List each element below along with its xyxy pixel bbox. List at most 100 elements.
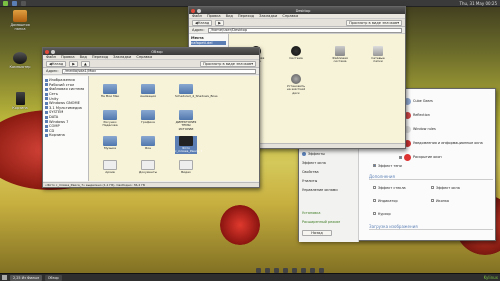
folder-icon (103, 84, 117, 94)
forward-button[interactable]: ▶ (69, 60, 79, 67)
menu-item[interactable]: Закладки (259, 14, 277, 18)
close-button[interactable] (45, 49, 49, 54)
file-item[interactable]: Архив (99, 160, 121, 174)
file-item[interactable]: Файловая система (329, 46, 351, 64)
section-window-mgmt[interactable]: Управление окнами (302, 185, 355, 194)
menu-item[interactable]: Файл (192, 14, 202, 18)
title-bar[interactable]: Обзор (43, 48, 259, 55)
file-icon (103, 160, 117, 170)
menu-item[interactable]: Переход (238, 14, 254, 18)
file-icon (141, 160, 155, 170)
file-item[interactable]: Система (285, 46, 307, 60)
section-addons[interactable]: Установка (302, 208, 355, 217)
file-item[interactable]: Музыка (99, 136, 121, 150)
file-item[interactable]: Видео (175, 160, 197, 174)
section-advanced[interactable]: Расширенный режим (302, 217, 355, 226)
checkbox[interactable] (373, 212, 376, 215)
checkbox[interactable] (373, 164, 376, 167)
trash-icon (15, 92, 25, 105)
settings-item[interactable]: Эффект окна (431, 183, 469, 192)
folder-icon (141, 110, 155, 120)
sidebar-item[interactable]: nafapeti.del (191, 40, 226, 46)
file-item[interactable]: Сетевые папки (367, 46, 389, 64)
desktop-item-computer[interactable]: Компьютер (8, 52, 32, 69)
file-icon (179, 160, 193, 170)
file-item[interactable]: Анимация (137, 84, 159, 98)
view-mode-select[interactable]: Просмотр в виде значков ▾ (345, 19, 402, 26)
desktop-item-trash[interactable]: Корзина (8, 92, 32, 110)
file-item[interactable]: Фон (137, 136, 159, 150)
location-field[interactable]: /home/user/Desktop (207, 27, 402, 33)
checkbox[interactable] (373, 199, 376, 202)
sidebar-item[interactable]: Файловая система (45, 87, 86, 92)
system-icon (335, 46, 345, 56)
desktop-item-home[interactable]: Домашняя папка (8, 10, 32, 31)
title-bar[interactable]: Desktop (189, 7, 405, 14)
file-item[interactable]: Документы (137, 160, 159, 174)
plugin-item[interactable]: Window rules (399, 122, 493, 136)
section-window-effect[interactable]: Эффект окна (302, 158, 355, 167)
forward-button[interactable]: ▶ (215, 19, 225, 26)
menu-icon[interactable] (3, 0, 8, 6)
network-icon (373, 46, 383, 56)
folder-icon (13, 10, 27, 22)
file-item[interactable]: На Мои Мак (99, 84, 121, 98)
sidebar-item[interactable]: Windows GNOME (45, 101, 86, 106)
section-properties[interactable]: Свойства (302, 167, 355, 176)
file-item[interactable]: Рисунки Надасова (99, 110, 121, 128)
settings-item[interactable]: Индикатор (373, 196, 411, 205)
checkbox[interactable] (373, 186, 376, 189)
toolbar: ◀ Назад ▶ Просмотр в виде значков ▾ (189, 19, 405, 27)
checkbox[interactable] (431, 186, 434, 189)
view-mode-select[interactable]: Просмотр в виде значков ▾ (199, 60, 256, 67)
back-button[interactable]: ◀ Назад (46, 60, 67, 67)
minimize-button[interactable] (197, 8, 201, 13)
taskbar-item[interactable]: 2,25 Из Фильм (10, 274, 42, 281)
back-button[interactable]: ◀ Назад (192, 19, 213, 26)
section-heading: Дополнения (369, 174, 493, 180)
section-effects[interactable]: Эффекты (302, 149, 355, 158)
up-button[interactable]: ▲ (81, 60, 90, 67)
browser-icon[interactable] (12, 0, 17, 6)
back-button[interactable]: Назад (302, 230, 332, 236)
file-item[interactable]: Scheduled_4_Shadows_Boss (175, 84, 218, 98)
clock[interactable]: Thu, 31 May 00:25 (460, 1, 498, 6)
expose-icon (404, 153, 411, 161)
location-bar: Адрес: /media/sda1/Мои (43, 68, 259, 75)
plugin-item[interactable]: Reflection (399, 108, 493, 122)
menu-item[interactable]: Вид (226, 14, 233, 18)
menu-item[interactable]: Правка (207, 14, 221, 18)
effects-icon (302, 151, 306, 156)
sidebar-item[interactable]: 3.1 Мультимедиа (45, 106, 86, 111)
file-item[interactable]: Установить на жёсткий диск (285, 74, 307, 95)
menu-item[interactable]: Справка (282, 14, 298, 18)
status-bar: «Фото с_пляжа_Раиса_7» выделено (1,1 ГБ)… (43, 182, 259, 187)
menu-item[interactable]: Файл (46, 55, 56, 59)
checkbox[interactable] (431, 199, 434, 202)
show-desktop-icon[interactable] (2, 275, 7, 280)
menu-item[interactable]: Переход (92, 55, 108, 59)
close-button[interactable] (191, 8, 195, 13)
menu-item[interactable]: Справка (136, 55, 152, 59)
location-field[interactable]: /media/sda1/Мои (61, 68, 256, 74)
terminal-icon[interactable] (21, 0, 26, 6)
file-item-selected[interactable]: Фото с_пляжа_Раиса_7 (175, 136, 202, 154)
video-icon (179, 136, 193, 146)
folder-icon (179, 110, 193, 120)
settings-item[interactable]: Курсор (373, 209, 411, 218)
sidebar-item[interactable]: Корзина (45, 133, 86, 138)
menu-item[interactable]: Закладки (113, 55, 131, 59)
file-item[interactable]: Графика (137, 110, 159, 124)
file-item[interactable]: ДИРЕКТОРИЯ ТЕМЫ ИСТОРИИ (175, 110, 197, 131)
settings-item[interactable]: Иконка (431, 196, 469, 205)
plugin-item[interactable]: Раскрытие окон (399, 150, 493, 164)
plugin-item[interactable]: Cube Gears (399, 94, 493, 108)
plugin-item[interactable]: Уведомления и информационные окна (399, 136, 493, 150)
settings-item[interactable]: Эффект стекла (373, 183, 411, 192)
menu-item[interactable]: Правка (61, 55, 75, 59)
menu-item[interactable]: Вид (80, 55, 87, 59)
taskbar-item[interactable]: Обзор (44, 274, 62, 281)
section-utilities[interactable]: Утилиты (302, 176, 355, 185)
minimize-button[interactable] (51, 49, 55, 54)
checkbox[interactable] (399, 155, 402, 159)
